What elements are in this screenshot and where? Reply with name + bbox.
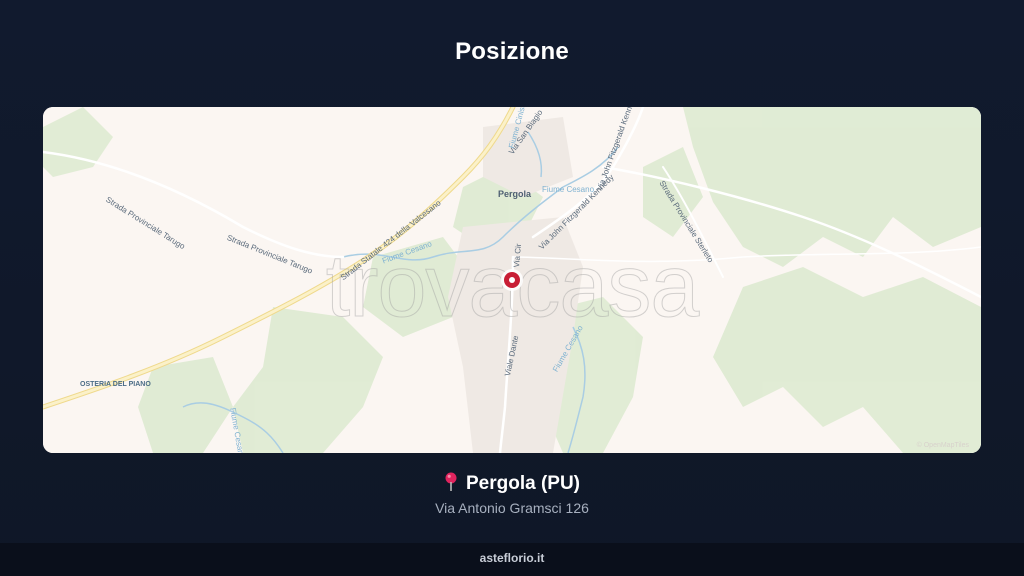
map-attribution: © OpenMapTiles — [916, 442, 969, 449]
city-name: Pergola (PU) — [465, 473, 581, 494]
street-address: Via Antonio Gramsci 126 — [435, 500, 589, 516]
map-pin-icon — [445, 472, 457, 491]
river-label-cesano: Fiume Cesano — [542, 185, 595, 194]
footer: asteflorio.it — [0, 543, 1024, 576]
page-title: Posizione — [455, 38, 569, 65]
place-label-osteria: OSTERIA DEL PIANO — [80, 381, 151, 388]
location-marker[interactable] — [504, 272, 520, 288]
location-title: Pergola (PU) — [0, 472, 1024, 495]
footer-site[interactable]: asteflorio.it — [480, 551, 545, 565]
town-label: Pergola — [498, 189, 532, 199]
map-view[interactable]: trovacasa Pergola OSTERIA DEL PIANO Stra… — [43, 107, 981, 453]
